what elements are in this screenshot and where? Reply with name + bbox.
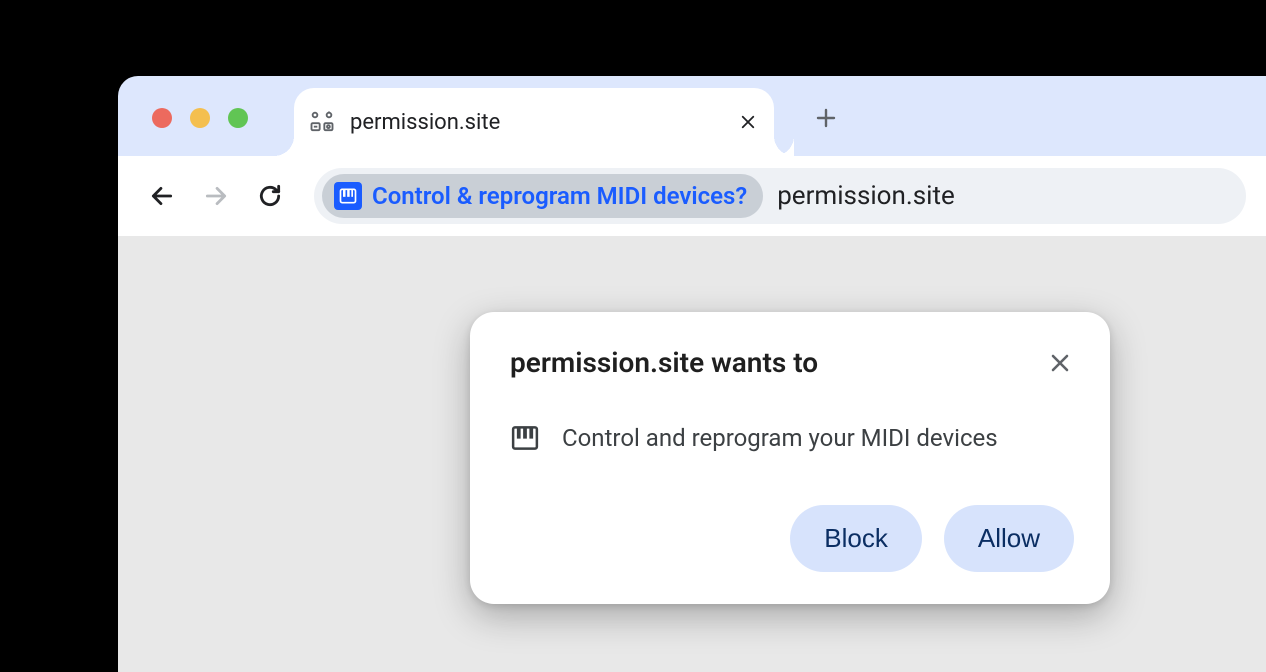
browser-tab[interactable]: permission.site: [294, 88, 774, 156]
url-text: permission.site: [777, 181, 955, 211]
permission-prompt: permission.site wants to Control and rep…: [470, 312, 1110, 604]
forward-button[interactable]: [192, 172, 240, 220]
window-close-button[interactable]: [152, 108, 172, 128]
toolbar: Control & reprogram MIDI devices? permis…: [118, 156, 1266, 236]
permission-chip-text: Control & reprogram MIDI devices?: [372, 182, 747, 210]
tab-title: permission.site: [350, 110, 738, 135]
window-controls: [152, 108, 248, 128]
block-button[interactable]: Block: [790, 505, 922, 572]
back-button[interactable]: [138, 172, 186, 220]
address-bar[interactable]: Control & reprogram MIDI devices? permis…: [314, 168, 1246, 224]
permission-chip[interactable]: Control & reprogram MIDI devices?: [322, 174, 763, 218]
tab-close-button[interactable]: [738, 112, 758, 132]
permission-prompt-body: Control and reprogram your MIDI devices: [562, 424, 998, 452]
allow-button[interactable]: Allow: [944, 505, 1074, 572]
permission-prompt-title: permission.site wants to: [510, 346, 818, 379]
piano-icon: [510, 423, 540, 453]
browser-window: permission.site: [118, 76, 1266, 672]
permissions-favicon-icon: [308, 108, 336, 136]
window-maximize-button[interactable]: [228, 108, 248, 128]
permission-prompt-close-button[interactable]: [1046, 349, 1074, 377]
reload-button[interactable]: [246, 172, 294, 220]
new-tab-button[interactable]: [808, 100, 844, 136]
tab-strip: permission.site: [118, 76, 1266, 156]
window-minimize-button[interactable]: [190, 108, 210, 128]
piano-icon: [334, 182, 362, 210]
